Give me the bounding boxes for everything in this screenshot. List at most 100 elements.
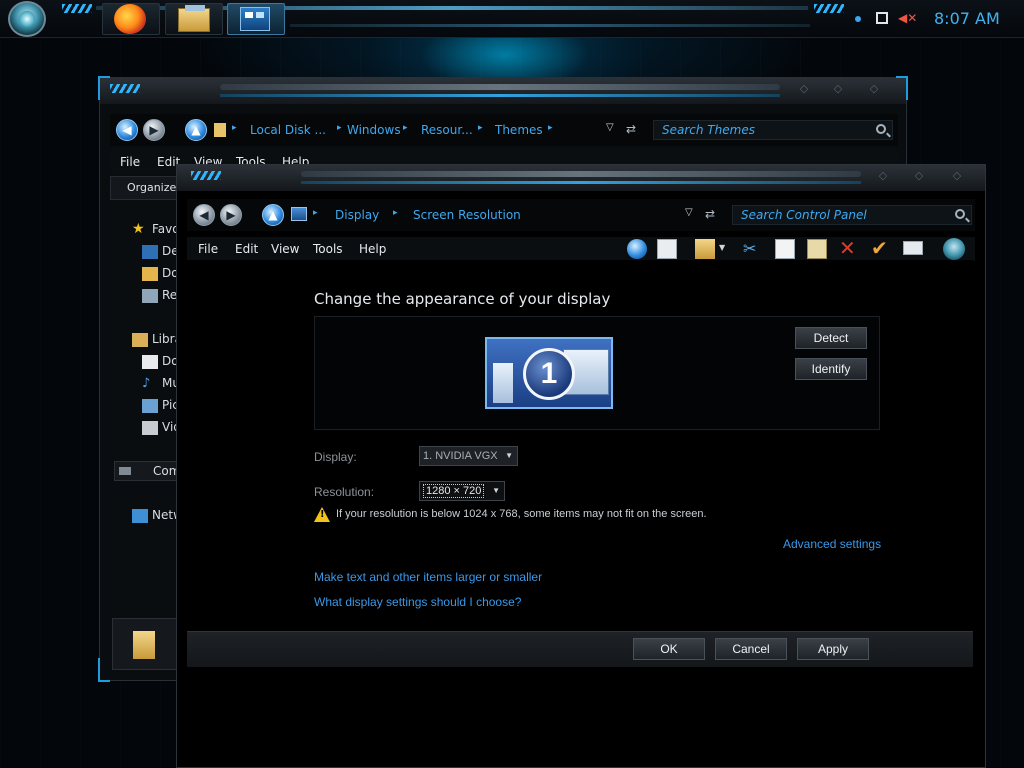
screen-resolution-window: ◇ ◇ ◇ ◀ ▶ ▲ ▸ Display ▸ Screen Resolutio…	[176, 164, 986, 768]
globe-icon[interactable]	[943, 238, 965, 260]
view-pane-icon[interactable]	[657, 239, 677, 259]
tray-expand-icon[interactable]	[855, 16, 861, 22]
chevron-down-icon[interactable]: ▽	[606, 122, 614, 133]
start-button[interactable]	[8, 1, 46, 37]
close-button[interactable]: ◇	[943, 167, 971, 185]
up-arrow-icon[interactable]: ▲	[185, 119, 207, 141]
window-corner	[98, 76, 110, 100]
breadcrumb-screen-resolution[interactable]: Screen Resolution	[413, 208, 521, 222]
display-dropdown-value: 1. NVIDIA VGX	[423, 450, 498, 462]
up-level-icon[interactable]	[627, 239, 647, 259]
firefox-icon[interactable]	[114, 4, 146, 34]
taskbar-rail-lower	[290, 24, 810, 27]
detect-button[interactable]: Detect	[795, 327, 867, 349]
volume-muted-icon[interactable]: ◀✕	[898, 11, 917, 25]
apply-button[interactable]: Apply	[797, 638, 869, 660]
breadcrumb-themes[interactable]: Themes	[495, 123, 543, 137]
libraries-icon	[132, 333, 148, 347]
music-icon: ♪	[142, 376, 151, 391]
crumb-separator: ▸	[403, 123, 408, 133]
file-explorer-icon[interactable]	[178, 5, 210, 32]
refresh-icon[interactable]: ⇄	[626, 122, 642, 136]
title-rail	[220, 84, 780, 90]
forward-arrow-icon[interactable]: ▶	[143, 119, 165, 141]
cut-icon[interactable]: ✂	[743, 239, 763, 259]
computer-nav-row[interactable]: Comp	[114, 461, 188, 481]
display-dropdown[interactable]: 1. NVIDIA VGX ▼	[419, 446, 518, 466]
organize-label: Organize	[127, 181, 177, 194]
back-arrow-icon[interactable]: ◀	[116, 119, 138, 141]
breadcrumb-display[interactable]: Display	[335, 208, 379, 222]
resolution-dropdown[interactable]: 1280 × 720 ▼	[419, 481, 505, 501]
up-arrow-icon[interactable]: ▲	[262, 204, 284, 226]
documents-icon	[142, 355, 158, 369]
minimize-button[interactable]: ◇	[790, 80, 818, 98]
breadcrumb-resources[interactable]: Resour...	[421, 123, 473, 137]
crumb-separator: ▸	[313, 208, 318, 218]
folder-options-icon[interactable]	[695, 239, 715, 259]
paste-icon[interactable]	[807, 239, 827, 259]
identify-button[interactable]: Identify	[795, 358, 867, 380]
display-settings-content: Change the appearance of your display 1 …	[187, 260, 973, 630]
downloads-icon	[142, 267, 158, 281]
maximize-button[interactable]: ◇	[905, 167, 933, 185]
title-stripes	[191, 171, 221, 180]
menu-file[interactable]: File	[120, 155, 140, 169]
maximize-button[interactable]: ◇	[824, 80, 852, 98]
page-title: Change the appearance of your display	[314, 290, 611, 308]
delete-icon[interactable]: ✕	[839, 237, 859, 259]
forward-arrow-icon[interactable]: ▶	[220, 204, 242, 226]
monitor-preview-panel: 1 Detect Identify	[314, 316, 880, 430]
details-pane	[112, 618, 182, 670]
pictures-icon	[142, 399, 158, 413]
text-size-link[interactable]: Make text and other items larger or smal…	[314, 570, 542, 584]
search-control-panel-input[interactable]: Search Control Panel	[732, 205, 972, 225]
email-icon[interactable]	[903, 241, 923, 255]
monitor-1-preview[interactable]: 1	[485, 337, 613, 409]
breadcrumb-local-disk[interactable]: Local Disk ...	[250, 123, 326, 137]
menu-view[interactable]: View	[271, 242, 299, 256]
explorer-titlebar[interactable]: ◇ ◇ ◇	[100, 78, 906, 104]
back-arrow-icon[interactable]: ◀	[193, 204, 215, 226]
control-panel-icon[interactable]	[240, 7, 270, 31]
ok-button[interactable]: OK	[633, 638, 705, 660]
address-field[interactable]: ▸ Local Disk ... ▸ Windows ▸ Resour... ▸…	[210, 120, 630, 140]
cancel-button[interactable]: Cancel	[715, 638, 787, 660]
clock[interactable]: 8:07 AM	[934, 9, 1000, 28]
menu-tools[interactable]: Tools	[313, 242, 343, 256]
screen-resolution-titlebar[interactable]: ◇ ◇ ◇	[177, 165, 985, 191]
address-field[interactable]: ▸ Display ▸ Screen Resolution ▽	[287, 205, 707, 225]
search-icon[interactable]	[955, 209, 965, 219]
resolution-label: Resolution:	[314, 485, 375, 499]
explorer-address-bar: ◀ ▶ ▲ ▸ Local Disk ... ▸ Windows ▸ Resou…	[110, 114, 898, 146]
folder-icon	[214, 123, 226, 137]
organize-button[interactable]: Organize	[110, 176, 180, 200]
title-rail	[301, 171, 861, 177]
front-address-bar: ◀ ▶ ▲ ▸ Display ▸ Screen Resolution ▽ ⇄ …	[187, 199, 975, 231]
chevron-down-icon: ▼	[492, 486, 500, 495]
display-label: Display:	[314, 450, 357, 464]
title-rail-blue	[301, 181, 861, 184]
minimize-button[interactable]: ◇	[869, 167, 897, 185]
close-button[interactable]: ◇	[860, 80, 888, 98]
display-settings-help-link[interactable]: What display settings should I choose?	[314, 595, 521, 609]
chevron-down-icon[interactable]: ▽	[685, 207, 693, 218]
front-menubar: File Edit View Tools Help ▼ ✂ ✕ ✔	[187, 237, 975, 261]
refresh-icon[interactable]: ⇄	[705, 207, 721, 221]
computer-icon	[119, 467, 131, 475]
control-panel-icon	[291, 207, 307, 221]
copy-icon[interactable]	[775, 239, 795, 259]
crumb-separator: ▸	[478, 123, 483, 133]
menu-help[interactable]: Help	[359, 242, 386, 256]
search-placeholder: Search Themes	[662, 123, 755, 137]
menu-edit[interactable]: Edit	[235, 242, 258, 256]
network-icon[interactable]	[876, 12, 888, 24]
search-input[interactable]: Search Themes	[653, 120, 893, 140]
properties-check-icon[interactable]: ✔	[871, 237, 891, 259]
breadcrumb-windows[interactable]: Windows	[347, 123, 401, 137]
chevron-down-icon[interactable]: ▼	[719, 243, 725, 252]
menu-file[interactable]: File	[198, 242, 218, 256]
advanced-settings-link[interactable]: Advanced settings	[783, 537, 881, 551]
title-stripes	[110, 84, 140, 93]
search-icon[interactable]	[876, 124, 886, 134]
